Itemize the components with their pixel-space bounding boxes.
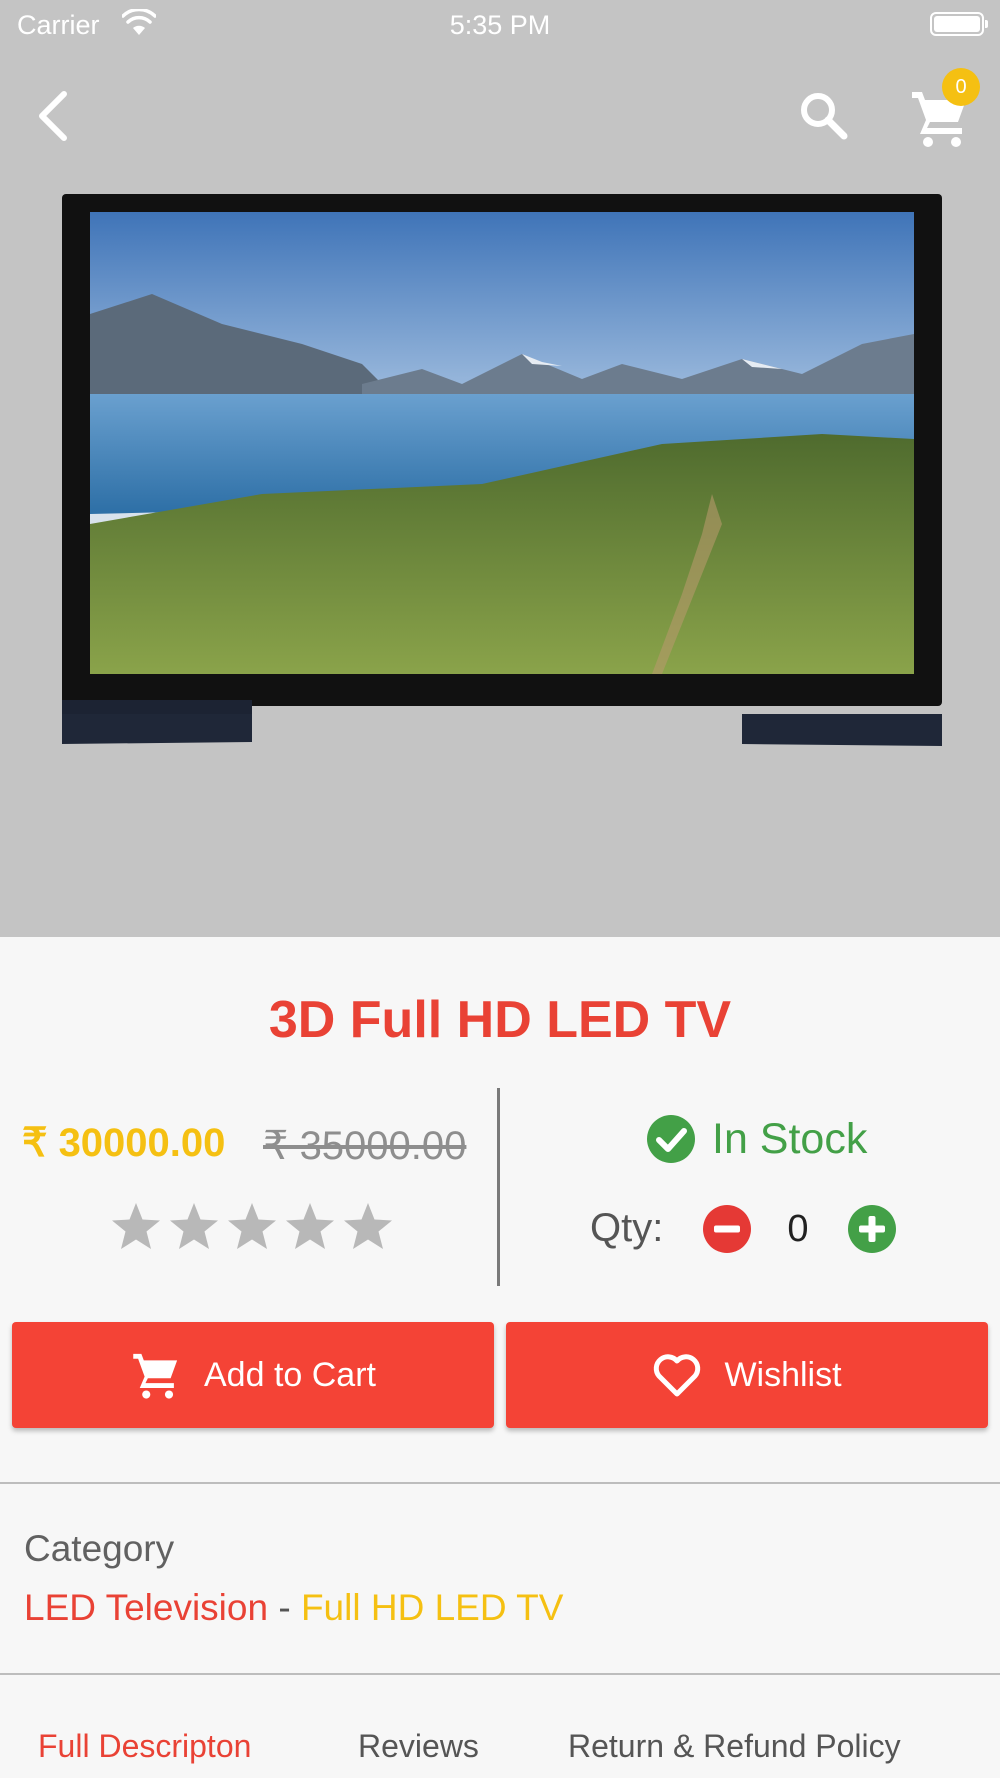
stock-label: In Stock xyxy=(712,1114,868,1163)
qty-decrease-button[interactable] xyxy=(702,1204,752,1254)
section-divider xyxy=(0,1482,1000,1484)
detail-tabs: Full Descripton Reviews Return & Refund … xyxy=(0,1728,1000,1778)
add-to-cart-label: Add to Cart xyxy=(204,1355,376,1394)
search-button[interactable] xyxy=(796,88,852,144)
category-main-link[interactable]: LED Television xyxy=(24,1587,268,1628)
wishlist-button[interactable]: Wishlist xyxy=(506,1322,988,1428)
clock: 5:35 PM xyxy=(449,10,551,40)
battery-icon xyxy=(930,12,988,36)
star-icon[interactable] xyxy=(110,1200,162,1252)
star-icon[interactable] xyxy=(284,1200,336,1252)
tab-full-description[interactable]: Full Descripton xyxy=(38,1728,251,1765)
tab-reviews[interactable]: Reviews xyxy=(358,1728,479,1765)
product-title: 3D Full HD LED TV xyxy=(268,991,732,1049)
star-icon[interactable] xyxy=(342,1200,394,1252)
check-circle-icon xyxy=(647,1115,695,1163)
qty-label: Qty: xyxy=(590,1206,664,1250)
old-price: ₹ 35000.00 xyxy=(263,1124,467,1168)
qty-increase-button[interactable] xyxy=(847,1204,897,1254)
price: ₹ 30000.00 xyxy=(22,1121,226,1165)
cart-icon xyxy=(133,1353,178,1399)
search-icon xyxy=(801,93,848,140)
cart-count-badge: 0 xyxy=(942,68,980,106)
rating-stars[interactable] xyxy=(110,1200,394,1252)
category-separator: - xyxy=(268,1587,301,1628)
tab-return-refund-policy[interactable]: Return & Refund Policy xyxy=(568,1728,901,1765)
qty-value: 0 xyxy=(787,1208,809,1250)
vertical-divider xyxy=(497,1088,500,1286)
chevron-left-icon xyxy=(39,91,67,141)
back-button[interactable] xyxy=(30,86,80,146)
add-to-cart-button[interactable]: Add to Cart xyxy=(12,1322,494,1428)
status-bar: Carrier 5:35 PM xyxy=(0,0,1000,50)
minus-circle-icon xyxy=(703,1205,751,1253)
star-icon[interactable] xyxy=(168,1200,220,1252)
plus-circle-icon xyxy=(848,1205,896,1253)
category-heading: Category xyxy=(24,1528,175,1569)
wishlist-label: Wishlist xyxy=(724,1355,842,1394)
star-icon[interactable] xyxy=(226,1200,278,1252)
heart-outline-icon xyxy=(654,1354,701,1397)
category-path: LED Television - Full HD LED TV xyxy=(24,1587,563,1629)
product-image xyxy=(62,194,942,746)
stock-status: In Stock xyxy=(646,1114,867,1164)
section-divider xyxy=(0,1673,1000,1675)
category-sub-link[interactable]: Full HD LED TV xyxy=(301,1587,564,1628)
product-hero: Carrier 5:35 PM 0 xyxy=(0,0,1000,937)
